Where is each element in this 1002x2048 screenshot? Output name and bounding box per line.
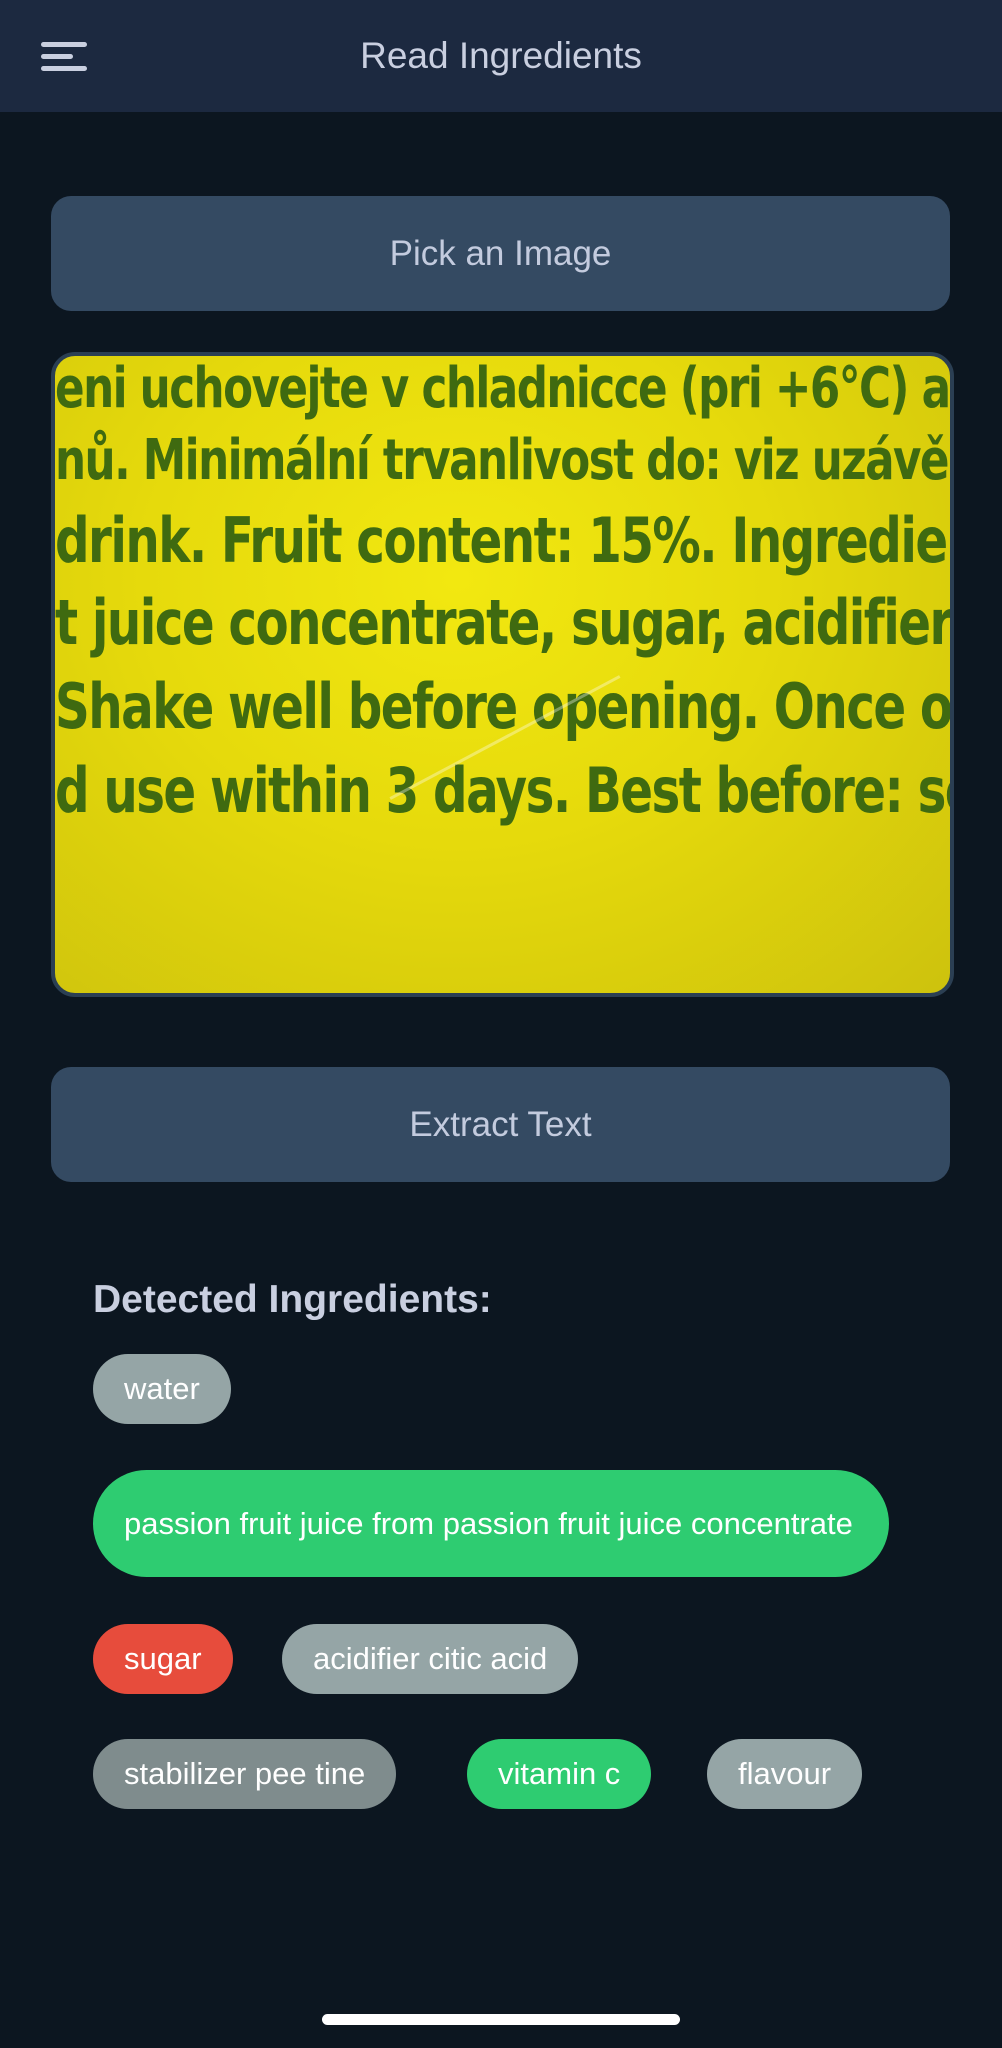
pick-image-button[interactable]: Pick an Image xyxy=(51,196,950,311)
page-title: Read Ingredients xyxy=(360,35,642,76)
app-header: Read Ingredients xyxy=(0,0,1002,112)
photo-text-line: Shake well before opening. Once opene xyxy=(55,670,952,743)
detected-ingredients-title: Detected Ingredients: xyxy=(93,1278,492,1321)
photo-text-line: d use within 3 days. Best before: see ca… xyxy=(55,754,950,827)
ingredient-chip-sugar[interactable]: sugar xyxy=(93,1624,233,1694)
ingredient-label-photo: eni uchovejte v chladnicce (pri +6°C) a … xyxy=(51,352,954,997)
photo-text-line: eni uchovejte v chladnicce (pri +6°C) a … xyxy=(55,356,954,421)
ingredient-chip-flavour[interactable]: flavour xyxy=(707,1739,863,1809)
photo-text-line: nů. Minimální trvanlivost do: viz uzávěr… xyxy=(55,428,954,493)
ingredient-chip-passion-fruit-juice[interactable]: passion fruit juice from passion fruit j… xyxy=(93,1470,889,1577)
photo-text-line: t juice concentrate, sugar, acidifier ci… xyxy=(55,586,952,659)
home-indicator[interactable] xyxy=(322,2014,680,2025)
ingredient-chip-vitamin-c[interactable]: vitamin c xyxy=(467,1739,652,1809)
ingredient-chip-water[interactable]: water xyxy=(93,1354,231,1424)
photo-text-line: drink. Fruit content: 15%. Ingredients: … xyxy=(55,504,950,577)
ingredient-chip-stabilizer[interactable]: stabilizer pee tine xyxy=(93,1739,397,1809)
ingredient-chip-acidifier[interactable]: acidifier citic acid xyxy=(282,1624,579,1694)
extract-text-button[interactable]: Extract Text xyxy=(51,1067,950,1182)
